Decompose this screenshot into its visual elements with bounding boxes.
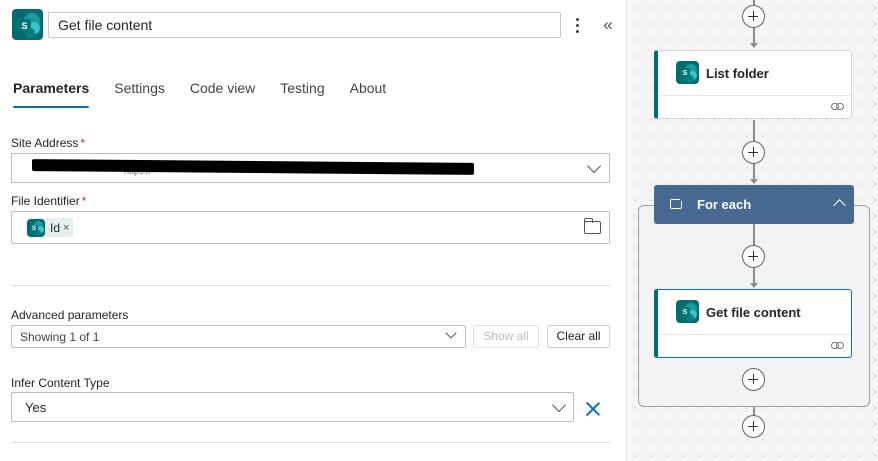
site-address-label-text: Site Address [11,136,79,150]
chevron-down-icon [551,397,567,413]
chevron-down-icon [586,158,602,174]
required-mark: * [80,136,86,150]
list-folder-card[interactable]: S List folder [654,50,852,119]
required-mark: * [81,194,87,208]
get-file-content-card[interactable]: S Get file content [654,289,852,358]
chevron-down-icon [445,327,457,339]
sharepoint-icon: S [676,300,699,323]
divider [11,285,610,286]
for-each-header[interactable]: For each [654,185,854,224]
tab-settings[interactable]: Settings [114,78,165,106]
connector-line [753,164,755,180]
card-divider [658,334,851,335]
infer-content-type-value: Yes [25,400,47,415]
tab-about[interactable]: About [350,78,387,106]
action-details-panel: S « Parameters Settings Code view Testin… [0,0,626,461]
chevron-up-icon[interactable] [833,199,846,212]
file-identifier-label: File Identifier * [11,194,86,208]
card-divider [658,95,851,96]
arrow-down-icon [750,283,758,288]
folder-icon[interactable] [584,218,601,234]
add-step-icon[interactable] [742,141,765,164]
loop-icon [670,197,684,209]
card-title: Get file content [706,305,801,320]
clear-all-button[interactable]: Clear all [547,325,610,348]
sharepoint-icon: S [27,218,45,237]
add-step-icon[interactable] [742,415,765,438]
sharepoint-icon: S [12,9,43,40]
connector-line [753,407,755,415]
connector-line [753,224,755,245]
link-icon [831,342,844,350]
file-identifier-label-text: File Identifier [11,194,80,208]
infer-content-type-dropdown[interactable]: Yes [11,392,574,422]
action-title-input[interactable] [48,12,561,38]
token-remove-icon[interactable]: × [63,222,69,234]
tab-code-view[interactable]: Code view [190,78,255,106]
remove-parameter-icon[interactable] [585,401,601,417]
add-step-icon[interactable] [742,368,765,391]
arrow-down-icon [750,43,758,48]
infer-content-type-label: Infer Content Type [11,376,110,390]
advanced-parameters-select[interactable]: Showing 1 of 1 [11,325,466,348]
connector-line [753,28,755,44]
advanced-parameters-label: Advanced parameters [11,308,129,322]
connector-line [753,268,755,284]
tab-bar: Parameters Settings Code view Testing Ab… [13,78,411,112]
connector-line [753,120,755,141]
double-chevron-left-icon[interactable]: « [600,14,616,36]
card-title: List folder [706,66,769,81]
more-vertical-icon[interactable] [570,13,584,37]
dynamic-content-token[interactable]: S Id × [26,218,74,237]
token-label: Id [50,220,61,235]
divider [11,442,610,443]
arrow-down-icon [750,179,758,184]
for-each-title: For each [697,197,752,212]
file-identifier-input[interactable] [11,211,610,244]
tab-testing[interactable]: Testing [280,78,324,106]
add-step-icon[interactable] [742,5,765,28]
advanced-parameters-value: Showing 1 of 1 [20,330,100,344]
show-all-button[interactable]: Show all [473,325,539,348]
site-address-label: Site Address * [11,136,85,150]
add-step-icon[interactable] [742,245,765,268]
sharepoint-icon: S [676,61,699,84]
link-icon [831,103,844,111]
tab-parameters[interactable]: Parameters [13,78,90,108]
